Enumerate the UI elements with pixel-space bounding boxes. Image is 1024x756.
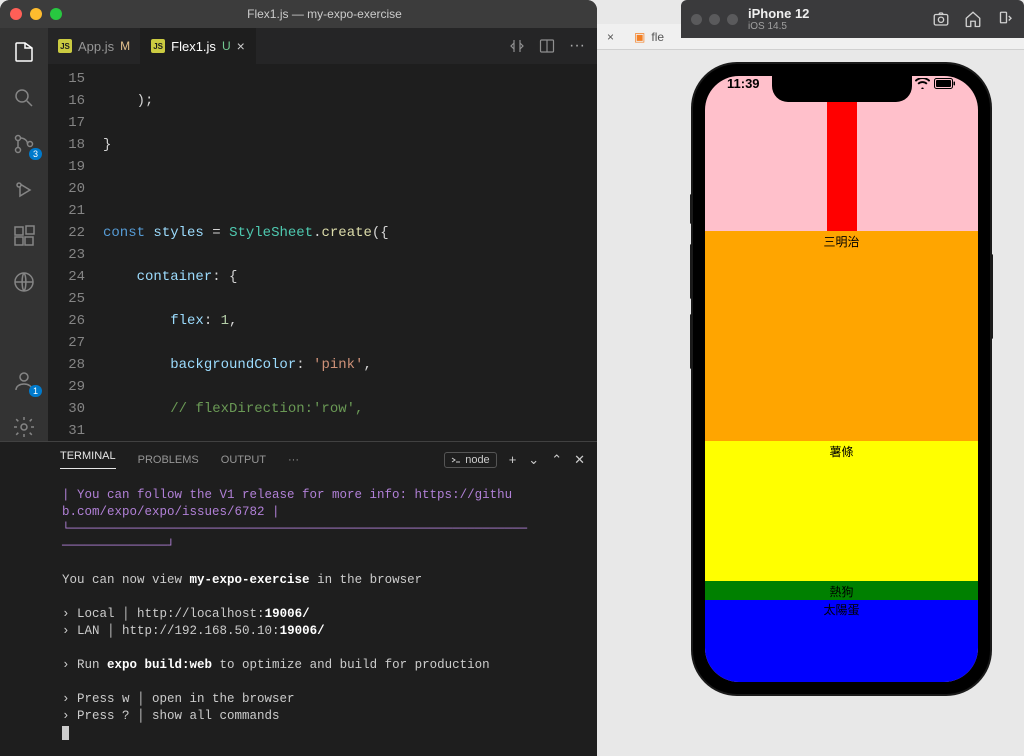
scm-icon[interactable]: 3 bbox=[10, 130, 38, 158]
terminal-line: b.com/expo/expo/issues/6782 | bbox=[62, 504, 583, 521]
status-time: 11:39 bbox=[727, 76, 760, 91]
tab-status: U bbox=[222, 39, 231, 53]
compare-icon[interactable] bbox=[509, 38, 525, 54]
terminal-line: › LAN │ http://192.168.50.10:19006/ bbox=[62, 623, 583, 640]
device-name: iPhone 12 bbox=[748, 7, 809, 21]
remote-icon[interactable] bbox=[10, 268, 38, 296]
vscode-titlebar[interactable]: Flex1.js — my-expo-exercise bbox=[0, 0, 597, 28]
browser-tab[interactable]: ▣fle bbox=[624, 26, 674, 48]
rotate-icon[interactable] bbox=[996, 10, 1014, 28]
minimize-window-icon[interactable] bbox=[30, 8, 42, 20]
tab-problems[interactable]: PROBLEMS bbox=[138, 454, 199, 466]
home-icon[interactable] bbox=[964, 10, 982, 28]
extensions-icon[interactable] bbox=[10, 222, 38, 250]
wifi-icon bbox=[915, 78, 930, 89]
zoom-window-icon[interactable] bbox=[50, 8, 62, 20]
window-controls[interactable] bbox=[691, 14, 738, 25]
close-icon[interactable]: ✕ bbox=[574, 452, 585, 468]
terminal-line: └───────────────────────────────────────… bbox=[62, 521, 583, 538]
terminal-line: › Press ? │ show all commands bbox=[62, 708, 583, 725]
account-badge: 1 bbox=[29, 385, 42, 397]
search-icon[interactable] bbox=[10, 84, 38, 112]
new-terminal-icon[interactable]: + bbox=[509, 452, 517, 467]
terminal[interactable]: | You can follow the V1 release for more… bbox=[48, 477, 597, 756]
vscode-window: Flex1.js — my-expo-exercise 3 bbox=[0, 0, 597, 756]
tab-app-js[interactable]: JS App.js M bbox=[48, 28, 141, 64]
tab-flex1-js[interactable]: JS Flex1.js U × bbox=[141, 28, 256, 64]
terminal-line: ──────────────┘ bbox=[62, 538, 583, 555]
iphone-simulator: 11:39 三明治 薯條 熱狗 太陽蛋 bbox=[693, 64, 990, 694]
screenshot-icon[interactable] bbox=[932, 10, 950, 28]
flex-box-b: 三明治 bbox=[705, 231, 978, 441]
terminal-line: › Run expo build:web to optimize and bui… bbox=[62, 657, 583, 674]
phone-notch bbox=[772, 76, 912, 102]
activity-bar: 3 1 bbox=[0, 28, 48, 441]
simulator-toolbar[interactable]: iPhone 12 iOS 14.5 bbox=[681, 0, 1024, 38]
phone-screen[interactable]: 11:39 三明治 薯條 熱狗 太陽蛋 bbox=[705, 76, 978, 682]
terminal-line: › Local │ http://localhost:19006/ bbox=[62, 606, 583, 623]
close-icon[interactable]: × bbox=[237, 38, 245, 54]
tab-output[interactable]: OUTPUT bbox=[221, 454, 266, 466]
flex-box-c: 薯條 bbox=[705, 441, 978, 581]
split-editor-icon[interactable] bbox=[539, 38, 555, 54]
tab-label: Flex1.js bbox=[171, 39, 216, 54]
tab-terminal[interactable]: TERMINAL bbox=[60, 450, 116, 469]
bottom-panel: TERMINAL PROBLEMS OUTPUT ··· node + ⌄ ⌃ … bbox=[0, 441, 597, 756]
chevron-down-icon[interactable]: ⌄ bbox=[528, 452, 539, 468]
explorer-icon[interactable] bbox=[10, 38, 38, 66]
device-os: iOS 14.5 bbox=[748, 21, 809, 32]
gear-icon[interactable] bbox=[10, 413, 38, 441]
terminal-cursor bbox=[62, 726, 69, 740]
window-controls[interactable] bbox=[10, 8, 62, 20]
scm-badge: 3 bbox=[29, 148, 42, 160]
debug-icon[interactable] bbox=[10, 176, 38, 204]
close-icon[interactable]: × bbox=[607, 30, 614, 44]
code-text[interactable]: ); } const styles = StyleSheet.create({ … bbox=[103, 64, 597, 441]
close-window-icon[interactable] bbox=[10, 8, 22, 20]
js-file-icon: JS bbox=[58, 39, 72, 53]
terminal-line: You can now view my-expo-exercise in the… bbox=[62, 572, 583, 589]
code-editor[interactable]: 1516171819202122232425262728293031 ); } … bbox=[48, 64, 597, 441]
editor-tabbar: JS App.js M JS Flex1.js U × ··· bbox=[48, 28, 597, 64]
flex-box-a bbox=[827, 91, 857, 231]
terminal-line: › Press w │ open in the browser bbox=[62, 691, 583, 708]
flex-box-d: 熱狗 bbox=[705, 581, 978, 600]
more-icon[interactable]: ··· bbox=[569, 37, 585, 55]
browser-tab-label: fle bbox=[651, 30, 664, 44]
flex-box-e: 太陽蛋 bbox=[705, 600, 978, 682]
shell-picker[interactable]: node bbox=[444, 452, 496, 468]
battery-icon bbox=[934, 78, 956, 89]
chevron-up-icon[interactable]: ⌃ bbox=[551, 452, 562, 468]
terminal-line: | You can follow the V1 release for more… bbox=[62, 487, 583, 504]
tab-status: M bbox=[120, 39, 130, 53]
tab-label: App.js bbox=[78, 39, 114, 54]
more-icon[interactable]: ··· bbox=[288, 454, 299, 466]
js-file-icon: JS bbox=[151, 39, 165, 53]
window-title: Flex1.js — my-expo-exercise bbox=[62, 7, 587, 21]
app-container: 三明治 薯條 熱狗 太陽蛋 bbox=[705, 91, 978, 682]
gutter: 1516171819202122232425262728293031 bbox=[48, 64, 103, 441]
browser-tab[interactable]: × bbox=[597, 26, 624, 48]
account-icon[interactable]: 1 bbox=[10, 367, 38, 395]
